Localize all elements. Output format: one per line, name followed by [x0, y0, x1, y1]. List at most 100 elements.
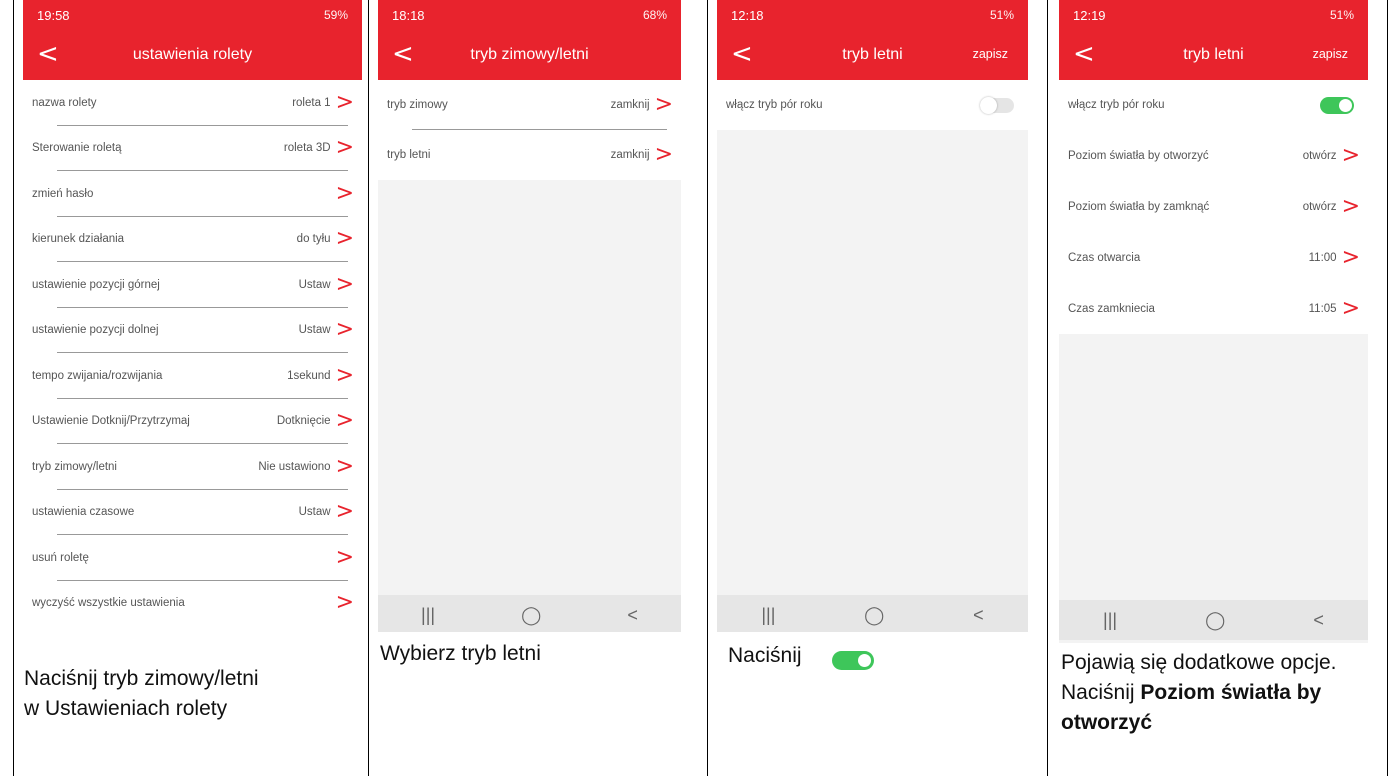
- season-toggle-row[interactable]: włącz tryb pór roku: [717, 80, 1028, 130]
- home-icon[interactable]: ◯: [864, 605, 884, 626]
- battery-indicator: 59%: [323, 8, 348, 22]
- list-item-label: kierunek działania: [32, 233, 125, 246]
- instruction-caption: Naciśnij tryb zimowy/letni w Ustawieniac…: [24, 664, 259, 724]
- list-item-value-group: otwórz >: [1302, 193, 1360, 219]
- recents-icon[interactable]: |||: [1103, 610, 1117, 631]
- list-item-value-group: Ustaw >: [298, 499, 354, 525]
- chevron-right-icon: >: [1341, 295, 1360, 321]
- home-icon[interactable]: ◯: [1205, 610, 1225, 631]
- list-item-label: Ustawienie Dotknij/Przytrzymaj: [32, 415, 190, 428]
- status-bar: 18:18 68%: [378, 0, 681, 30]
- list-item-label: Sterowanie roletą: [32, 142, 122, 155]
- chevron-right-icon: >: [335, 271, 354, 297]
- list-item[interactable]: zmień hasło >: [23, 171, 362, 217]
- season-toggle-label: włącz tryb pór roku: [726, 99, 823, 111]
- list-item[interactable]: nazwa rolety roleta 1 >: [23, 80, 362, 126]
- android-nav-bar: ||| ◯ <: [1059, 600, 1368, 640]
- settings-list: nazwa rolety roleta 1 > Sterowanie roletą ro…: [23, 80, 362, 620]
- list-item-value-group: >: [331, 590, 354, 616]
- list-item-value-group: roleta 3D >: [284, 137, 354, 159]
- list-item[interactable]: tryb zimowy zamknij >: [378, 80, 681, 130]
- list-item[interactable]: ustawienie pozycji górnej Ustaw >: [23, 262, 362, 308]
- nav-back-icon[interactable]: <: [973, 605, 984, 626]
- list-item-value-group: 11:05 >: [1308, 295, 1360, 321]
- chevron-right-icon: >: [654, 92, 673, 117]
- list-item-value: 11:05: [1308, 302, 1337, 315]
- list-item-value-group: zamknij >: [611, 92, 673, 117]
- caption-line: w Ustawieniach rolety: [24, 697, 228, 720]
- list-item-value-group: 1sekund >: [287, 362, 354, 388]
- list-item-value-group: Nie ustawiono >: [258, 455, 354, 477]
- chevron-right-icon: >: [335, 590, 354, 616]
- list-item[interactable]: ustawienia czasowe Ustaw >: [23, 490, 362, 535]
- list-item-value: Ustaw: [298, 278, 331, 291]
- recents-icon[interactable]: |||: [761, 605, 775, 626]
- list-item[interactable]: tempo zwijania/rozwijania 1sekund >: [23, 353, 362, 399]
- list-item-value: otwórz: [1302, 149, 1337, 162]
- list-item[interactable]: Ustawienie Dotknij/Przytrzymaj Dotknięcie…: [23, 399, 362, 444]
- list-item-value-group: roleta 1 >: [292, 89, 354, 115]
- list-item-value-group: Ustaw >: [298, 271, 354, 297]
- list-item[interactable]: tryb letni zamknij >: [378, 130, 681, 180]
- chevron-right-icon: >: [335, 180, 354, 206]
- recents-icon[interactable]: |||: [421, 605, 435, 626]
- list-item[interactable]: Sterowanie roletą roleta 3D >: [23, 126, 362, 171]
- instruction-caption: Naciśnij: [728, 641, 874, 671]
- list-item-value: Ustaw: [298, 324, 331, 337]
- status-time: 12:19: [1073, 7, 1106, 23]
- app-header: < tryb zimowy/letni: [378, 30, 681, 80]
- instruction-caption: Pojawią się dodatkowe opcje. Naciśnij Po…: [1061, 648, 1361, 738]
- android-nav-bar: ||| ◯ <: [717, 595, 1028, 632]
- list-item-label: ustawienia czasowe: [32, 506, 135, 519]
- nav-back-icon[interactable]: <: [1313, 610, 1324, 631]
- list-item[interactable]: Czas otwarcia 11:00 >: [1059, 232, 1368, 283]
- list-item-value-group: 11:00 >: [1309, 246, 1360, 268]
- season-toggle-on[interactable]: [1320, 96, 1354, 114]
- chevron-right-icon: >: [1341, 193, 1360, 219]
- back-icon[interactable]: <: [37, 40, 59, 68]
- chevron-right-icon: >: [335, 499, 354, 525]
- list-item-value: roleta 1: [292, 96, 331, 109]
- list-item[interactable]: Czas zamkniecia 11:05 >: [1059, 283, 1368, 334]
- page-title: tryb letni: [842, 46, 903, 63]
- list-item-label: nazwa rolety: [32, 96, 97, 109]
- battery-indicator: 51%: [989, 8, 1014, 22]
- battery-indicator: 68%: [642, 8, 667, 22]
- chevron-right-icon: >: [335, 362, 354, 388]
- list-item[interactable]: Poziom światła by otworzyć otwórz >: [1059, 130, 1368, 181]
- list-item-label: ustawienie pozycji dolnej: [32, 324, 159, 337]
- back-icon[interactable]: <: [731, 40, 753, 68]
- season-toggle-row[interactable]: włącz tryb pór roku: [1059, 80, 1368, 130]
- list-item-label: wyczyść wszystkie ustawienia: [32, 597, 185, 610]
- list-item[interactable]: ustawienie pozycji dolnej Ustaw >: [23, 308, 362, 353]
- list-item[interactable]: usuń roletę >: [23, 535, 362, 581]
- list-item-value-group: zamknij >: [611, 144, 673, 166]
- save-button[interactable]: zapisz: [1313, 47, 1348, 61]
- list-item-label: tryb zimowy/letni: [32, 460, 117, 473]
- list-item-value: otwórz: [1302, 200, 1337, 213]
- chevron-right-icon: >: [335, 89, 354, 115]
- nav-back-icon[interactable]: <: [627, 605, 638, 626]
- home-icon[interactable]: ◯: [521, 605, 541, 626]
- chevron-right-icon: >: [335, 408, 354, 434]
- list-item[interactable]: kierunek działania do tyłu >: [23, 217, 362, 262]
- list-item[interactable]: tryb zimowy/letni Nie ustawiono >: [23, 444, 362, 490]
- back-icon[interactable]: <: [392, 40, 414, 68]
- list-item-value: Ustaw: [298, 506, 331, 519]
- phone-screen-4: 12:19 51% < tryb letni zapisz włącz tryb…: [1059, 0, 1368, 643]
- list-item-label: ustawienie pozycji górnej: [32, 278, 160, 291]
- status-time: 19:58: [37, 7, 70, 23]
- list-item-label: Poziom światła by otworzyć: [1068, 149, 1209, 162]
- caption-text: Naciśnij: [728, 644, 802, 667]
- list-item-label: zmień hasło: [32, 187, 94, 200]
- season-list: włącz tryb pór roku: [717, 80, 1028, 130]
- status-bar: 12:18 51%: [717, 0, 1028, 30]
- season-toggle-off[interactable]: [980, 96, 1014, 114]
- save-button[interactable]: zapisz: [973, 47, 1008, 61]
- list-item[interactable]: wyczyść wszystkie ustawienia >: [23, 581, 362, 621]
- list-item-value-group: >: [331, 180, 354, 206]
- android-nav-bar: ||| ◯ <: [378, 595, 681, 632]
- list-item-value: Nie ustawiono: [258, 460, 331, 473]
- list-item[interactable]: Poziom światła by zamknąć otwórz >: [1059, 181, 1368, 232]
- back-icon[interactable]: <: [1073, 40, 1095, 68]
